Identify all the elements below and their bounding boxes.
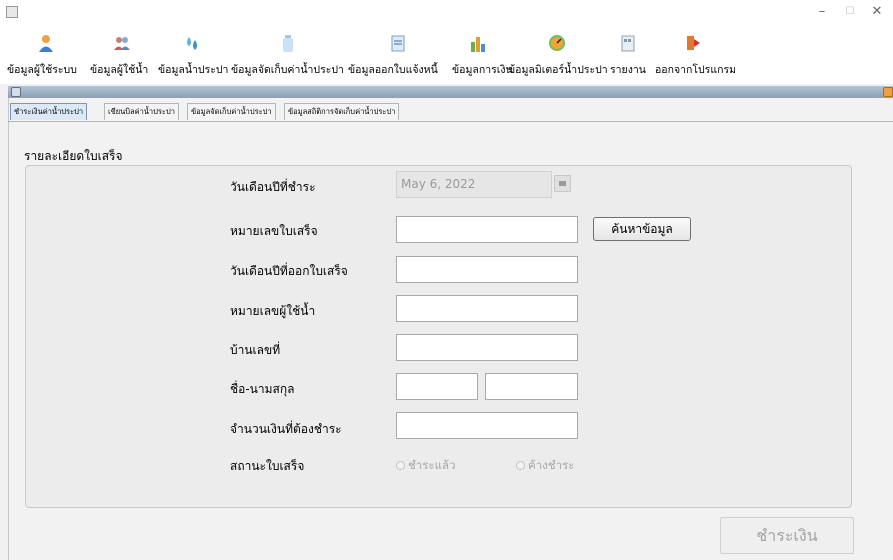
full-name-label: ชื่อ-นามสกุล [230,382,295,396]
issue-date-label: วันเดือนปีที่ออกใบเสร็จ [230,264,348,278]
users-icon [114,37,130,50]
menu-bar: ข้อมูลผู้ใช้ระบบ ข้อมูลผู้ใช้น้ำ ข้อมูลน… [0,26,893,84]
menu-item-water-fee-collection[interactable]: ข้อมูลจัดเก็บค่าน้ำประปา [231,34,344,80]
water-user-number-input[interactable] [396,295,578,322]
invoice-icon [391,35,405,52]
frame-close-icon[interactable] [883,87,893,97]
tab-water-fee-data[interactable]: ข้อมูลจัดเก็บค่าน้ำประปา [187,103,276,120]
search-button[interactable]: ค้นหาข้อมูล [593,217,691,241]
finance-icon [471,37,485,52]
payment-date-label: วันเดือนปีที่ชำระ [230,180,316,194]
receipt-status-label: สถานะใบเสร็จ [230,459,305,473]
report-icon [621,35,635,52]
minimize-icon[interactable]: – [812,4,832,19]
water-drop-icon [187,37,197,50]
status-unpaid-radio[interactable]: ค้างชำระ [516,457,574,475]
menu-item-invoice[interactable]: ข้อมูลออกใบแจ้งหนี้ [348,34,448,80]
app-icon [6,6,18,18]
amount-due-input[interactable] [396,412,578,439]
radio-circle-icon [396,461,405,470]
house-number-input[interactable] [396,334,578,361]
meter-icon [549,35,565,51]
tab-collection-statistics[interactable]: ข้อมูลสถิติการจัดเก็บค่าน้ำประปา [284,103,400,120]
menu-item-water-meter[interactable]: ข้อมูลมิเตอร์น้ำประปา [508,34,608,80]
menu-item-exit[interactable]: ออกจากโปรแกรม [655,34,736,80]
house-number-label: บ้านเลขที่ [230,343,281,357]
menu-item-water-users[interactable]: ข้อมูลผู้ใช้น้ำ [90,34,154,80]
close-icon[interactable]: ✕ [867,4,887,19]
status-paid-radio[interactable]: ชำระแล้ว [396,457,456,475]
water-bottle-icon [282,35,293,52]
issue-date-input[interactable] [396,256,578,283]
radio-circle-icon [516,461,525,470]
exit-icon [686,36,700,50]
calendar-icon [554,175,571,192]
tab-write-water-bill[interactable]: เขียนบิลค่าน้ำประปา [104,103,179,120]
receipt-number-label: หมายเลขใบเสร็จ [230,224,318,238]
tab-pay-water-bill[interactable]: ชำระเงินค่าน้ำประปา [10,103,88,120]
frame-menu-icon[interactable] [11,87,21,97]
amount-due-label: จำนวนเงินที่ต้องชำระ [230,422,342,436]
title-bar: – ☐ ✕ [0,0,893,26]
tab-divider [8,121,893,122]
last-name-input[interactable] [485,373,578,400]
maximize-icon[interactable]: ☐ [840,6,860,17]
menu-item-report[interactable]: รายงาน [610,34,646,80]
pay-button[interactable]: ชำระเงิน [720,517,854,554]
user-icon [39,35,53,52]
first-name-input[interactable] [396,373,478,400]
water-user-number-label: หมายเลขผู้ใช้น้ำ [230,304,316,318]
menu-item-water-supply[interactable]: ข้อมูลน้ำประปา [158,34,228,80]
payment-date-field: May 6, 2022 [396,171,552,198]
menu-item-system-users[interactable]: ข้อมูลผู้ใช้ระบบ [7,34,85,80]
section-title: รายละเอียดใบเสร็จ [24,149,123,163]
receipt-number-input[interactable] [396,216,578,243]
menu-item-finance[interactable]: ข้อมูลการเงิน [452,34,513,80]
